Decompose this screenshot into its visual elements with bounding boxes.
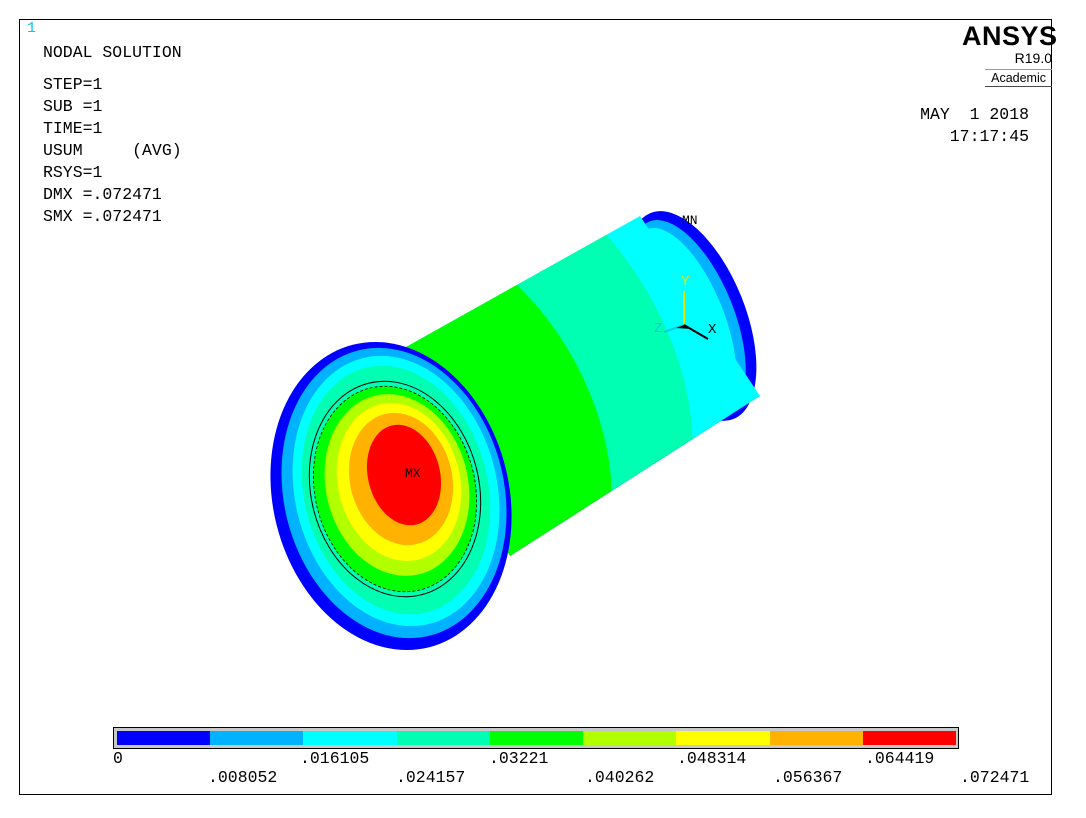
legend-color-bar bbox=[113, 727, 959, 749]
legend-swatch bbox=[862, 731, 956, 745]
legend-swatch bbox=[583, 731, 677, 745]
legend-swatch bbox=[676, 731, 770, 745]
legend-tick-label: .064419 bbox=[865, 749, 935, 768]
triad-x-label: X bbox=[708, 322, 717, 338]
legend-tick-label: .040262 bbox=[585, 768, 655, 787]
legend-swatch bbox=[303, 731, 397, 745]
triad-y-label: Y bbox=[681, 274, 690, 290]
legend-tick-label: .056367 bbox=[773, 768, 843, 787]
legend-swatch bbox=[769, 731, 863, 745]
legend-tick-label: 0 bbox=[113, 749, 123, 768]
legend-tick-label: .03221 bbox=[489, 749, 549, 768]
legend-tick-label: .016105 bbox=[300, 749, 370, 768]
legend-swatch bbox=[396, 731, 490, 745]
legend-tick-label: .008052 bbox=[208, 768, 278, 787]
min-label: MN bbox=[682, 213, 698, 228]
triad-z-label: Z bbox=[654, 321, 662, 337]
max-label: MX bbox=[405, 466, 421, 481]
legend-swatch bbox=[117, 731, 211, 745]
legend-tick-label: .024157 bbox=[396, 768, 466, 787]
legend-swatch bbox=[489, 731, 584, 745]
legend-swatch bbox=[210, 731, 304, 745]
legend-tick-label: .048314 bbox=[677, 749, 747, 768]
legend-tick-label: .072471 bbox=[960, 768, 1030, 787]
fea-model-contour[interactable]: MX MN Y X Z bbox=[0, 0, 1086, 818]
